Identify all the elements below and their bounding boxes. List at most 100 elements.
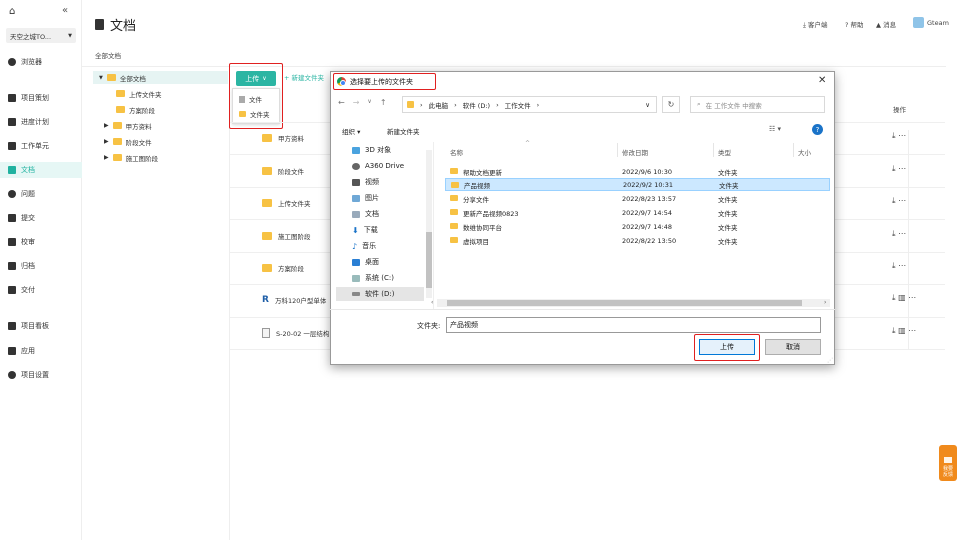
sidebar-item-deliver[interactable]: 交付 <box>8 283 35 297</box>
scroll-right-icon[interactable]: › <box>824 299 826 306</box>
close-icon[interactable]: ✕ <box>818 75 826 86</box>
forward-icon[interactable]: → <box>353 98 360 107</box>
sidebar-item-planning[interactable]: 项目策划 <box>8 91 49 105</box>
tree-item-upload-folder[interactable]: 上传文件夹 <box>116 87 162 100</box>
nav-item-drive-c[interactable]: 系统 (C:) <box>352 271 394 285</box>
row-actions[interactable]: ⤓ ⋯ <box>892 196 906 206</box>
folder-field-label: 文件夹: <box>417 322 441 330</box>
row-actions[interactable]: ⤓ ▥ ⋯ <box>892 293 916 303</box>
table-row[interactable]: S-20-02 一层结构 <box>262 326 329 340</box>
sidebar-item-browser[interactable]: 浏览器 <box>8 55 42 69</box>
avatar[interactable] <box>913 17 924 28</box>
list-item[interactable]: 数维协同平台 2022/9/7 14:48 文件夹 <box>445 220 830 233</box>
chevron-down-icon[interactable]: ∨ <box>367 98 371 107</box>
address-segment[interactable]: 软件 (D:) <box>463 100 490 110</box>
tree-item-root[interactable]: ▼ 全部文档 <box>93 71 228 84</box>
refresh-button[interactable]: ↻ <box>662 96 680 113</box>
column-header-size[interactable]: 大小 <box>798 147 811 157</box>
list-item[interactable]: 更新产品视频0823 2022/9/7 14:54 文件夹 <box>445 206 830 219</box>
sidebar-item-review[interactable]: 校审 <box>8 235 35 249</box>
nav-item-music[interactable]: ♪ 音乐 <box>352 239 376 253</box>
nav-item-label: 系统 (C:) <box>365 274 394 282</box>
table-row[interactable]: 上传文件夹 <box>262 196 311 210</box>
tree-item-stage-files[interactable]: ▶ 阶段文件 <box>104 135 152 148</box>
tree-item-construction[interactable]: ▶ 施工图阶段 <box>104 151 158 164</box>
table-row[interactable]: 方案阶段 <box>262 261 304 275</box>
file-name: 万科120户型单体 <box>274 297 327 305</box>
address-bar[interactable]: › 此电脑 › 软件 (D:) › 工作文件 › ∨ <box>402 96 657 113</box>
list-item[interactable]: 虚拟项目 2022/8/22 13:50 文件夹 <box>445 234 830 247</box>
project-select[interactable]: 天空之城TO... ▼ <box>6 28 76 43</box>
nav-item-pictures[interactable]: 图片 <box>352 191 379 205</box>
nav-scrollbar-thumb[interactable] <box>426 232 432 288</box>
sidebar-item-documents[interactable]: 文档 <box>0 162 82 178</box>
tree-item-scheme[interactable]: 方案阶段 <box>116 103 155 116</box>
nav-item-desktop[interactable]: 桌面 <box>352 255 379 269</box>
nav-item-videos[interactable]: 视频 <box>352 175 379 189</box>
dialog-new-folder-button[interactable]: 新建文件夹 <box>387 126 420 136</box>
chevron-down-icon[interactable]: ∨ <box>645 101 650 109</box>
sidebar-item-dashboard[interactable]: 项目看板 <box>8 319 49 333</box>
row-actions[interactable]: ⤓ ⋯ <box>892 229 906 239</box>
table-row[interactable]: R 万科120户型单体 <box>262 293 326 307</box>
nav-item-3d-objects[interactable]: 3D 对象 <box>352 143 391 157</box>
column-header-date[interactable]: 修改日期 <box>622 147 648 157</box>
sidebar-item-archive[interactable]: 归档 <box>8 259 35 273</box>
file-name: 帮助文档更新 <box>463 168 502 177</box>
messages-link[interactable]: ▲ 消息 <box>876 19 896 29</box>
row-actions[interactable]: ⤓ ⋯ <box>892 131 906 141</box>
address-segment[interactable]: 工作文件 <box>505 100 531 110</box>
chevron-right-icon: › <box>496 100 499 109</box>
nav-item-a360[interactable]: A360 Drive <box>352 159 404 173</box>
horizontal-scrollbar-thumb[interactable] <box>447 300 802 306</box>
sidebar-item-submit[interactable]: 提交 <box>8 211 35 225</box>
tree-item-client-docs[interactable]: ▶ 甲方资料 <box>104 119 152 132</box>
client-link[interactable]: ⤓ 客户端 <box>803 19 827 30</box>
new-folder-button[interactable]: + 新建文件夹 <box>284 72 324 82</box>
document-icon <box>8 166 16 174</box>
home-icon[interactable]: ⌂ <box>9 6 15 17</box>
sidebar-item-apps[interactable]: 应用 <box>8 344 35 358</box>
picture-icon <box>352 194 360 202</box>
nav-item-downloads[interactable]: ⬇ 下载 <box>352 223 378 237</box>
row-actions[interactable]: ⤓ ⋯ <box>892 261 906 271</box>
column-header-type[interactable]: 类型 <box>718 147 731 157</box>
sidebar-item-settings[interactable]: 项目设置 <box>8 368 49 382</box>
resize-grip-icon[interactable]: ⋰ <box>827 357 833 364</box>
list-item-selected[interactable]: 产品视频 2022/9/2 10:31 文件夹 <box>445 178 830 191</box>
tree-item-label: 全部文档 <box>119 74 146 83</box>
dialog-cancel-button[interactable]: 取消 <box>765 339 821 355</box>
back-icon[interactable]: ← <box>338 98 345 107</box>
user-name[interactable]: Gteam <box>927 19 949 27</box>
sidebar-item-issues[interactable]: 问题 <box>8 187 35 201</box>
music-icon: ♪ <box>352 241 358 251</box>
table-row[interactable]: 阶段文件 <box>262 164 304 178</box>
row-actions[interactable]: ⤓ ⋯ <box>892 164 906 174</box>
folder-icon <box>116 90 125 97</box>
file-name: 甲方资料 <box>278 135 304 143</box>
row-actions[interactable]: ⤓ ▥ ⋯ <box>892 326 916 336</box>
folder-name-input[interactable]: 产品视频 <box>446 317 821 333</box>
tree-item-label: 施工图阶段 <box>125 154 159 163</box>
nav-item-documents[interactable]: 文档 <box>352 207 379 221</box>
help-link[interactable]: ? 帮助 <box>845 19 864 29</box>
sidebar-item-work-unit[interactable]: 工作单元 <box>8 139 49 153</box>
table-row[interactable]: 施工图阶段 <box>262 229 311 243</box>
organize-menu[interactable]: 组织 ▾ <box>342 126 360 136</box>
list-item[interactable]: 帮助文档更新 2022/9/6 10:30 文件夹 <box>445 165 830 178</box>
column-header-name[interactable]: 名称 <box>450 147 463 157</box>
nav-item-drive-d[interactable]: 软件 (D:) <box>336 287 424 301</box>
address-segment[interactable]: 此电脑 <box>429 100 449 110</box>
folder-icon <box>450 223 458 229</box>
list-item[interactable]: 分享文件 2022/8/23 13:57 文件夹 <box>445 192 830 205</box>
collapse-icon[interactable]: « <box>62 5 68 16</box>
view-options-icon[interactable]: ☷ ▾ <box>769 125 781 133</box>
up-icon[interactable]: ↑ <box>380 98 387 107</box>
breadcrumb[interactable]: 全部文档 <box>95 50 121 60</box>
search-input[interactable]: ⌕ 在 工作文件 中搜索 <box>690 96 825 113</box>
help-icon[interactable]: ? <box>812 124 823 135</box>
scroll-left-icon[interactable]: ‹ <box>431 299 433 306</box>
table-row[interactable]: 甲方资料 <box>262 131 304 145</box>
sidebar-item-schedule[interactable]: 进度计划 <box>8 115 49 129</box>
feedback-button[interactable]: 我要反馈 <box>939 445 957 481</box>
